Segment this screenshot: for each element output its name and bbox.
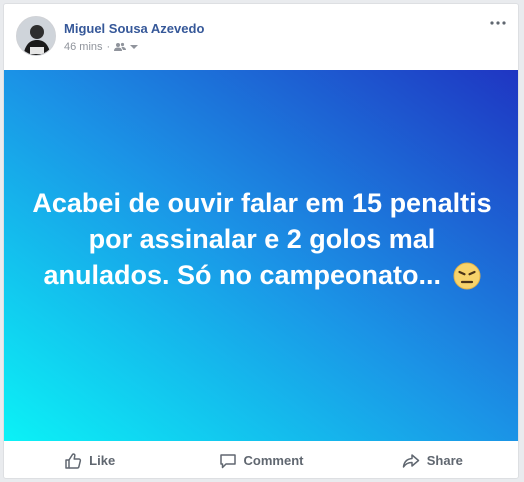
post-timestamp[interactable]: 46 mins	[64, 41, 103, 53]
avatar-image	[17, 17, 55, 55]
thumbs-up-icon	[65, 452, 82, 469]
avatar[interactable]	[16, 16, 56, 56]
post-card: Miguel Sousa Azevedo 46 mins · Acabei de…	[3, 3, 519, 479]
post-actions-bar: Like Comment Share	[4, 441, 518, 478]
more-options-icon[interactable]	[488, 16, 508, 30]
meta-separator: ·	[106, 41, 111, 53]
post-text-container: Acabei de ouvir falar em 15 penaltis por…	[32, 185, 492, 299]
comment-label: Comment	[243, 453, 304, 468]
post-header: Miguel Sousa Azevedo 46 mins ·	[4, 4, 518, 70]
share-button[interactable]: Share	[347, 441, 518, 478]
like-button[interactable]: Like	[4, 441, 175, 478]
post-background: Acabei de ouvir falar em 15 penaltis por…	[4, 70, 518, 441]
friends-icon[interactable]	[114, 42, 127, 52]
share-label: Share	[426, 453, 463, 468]
comment-icon	[219, 453, 236, 468]
share-arrow-icon	[402, 453, 419, 468]
like-label: Like	[89, 453, 116, 468]
post-text: Acabei de ouvir falar em 15 penaltis por…	[32, 187, 492, 290]
chevron-down-icon[interactable]	[130, 44, 139, 50]
author-name[interactable]: Miguel Sousa Azevedo	[64, 21, 204, 36]
post-meta: 46 mins ·	[64, 41, 139, 53]
angry-face-emoji	[453, 262, 481, 299]
comment-button[interactable]: Comment	[175, 441, 346, 478]
